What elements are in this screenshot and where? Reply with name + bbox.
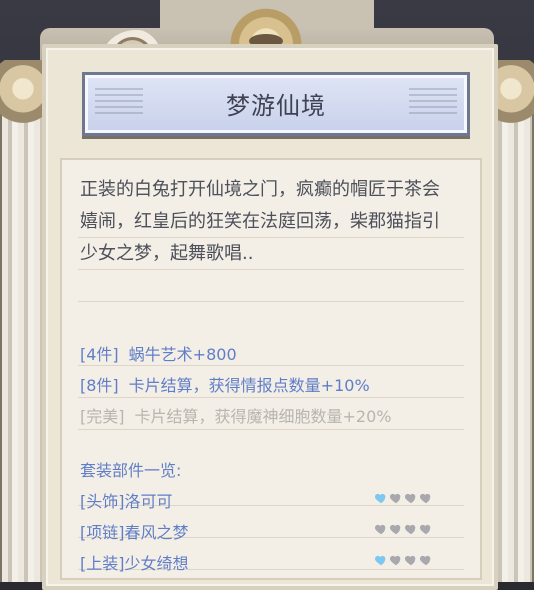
left-column (0, 70, 44, 582)
set-item-name: [上装]少女绮想 (80, 554, 189, 573)
divider-line (78, 269, 464, 270)
heart-icon (419, 491, 433, 505)
set-item-row: [头饰]洛可可 (80, 488, 462, 512)
set-bonus-8: [8件] 卡片结算，获得情报点数量+10% (80, 372, 370, 396)
heart-icon (374, 553, 388, 567)
heart-icon (404, 553, 418, 567)
divider-line (78, 237, 464, 238)
heart-icon (374, 491, 388, 505)
divider-line (78, 365, 464, 366)
bonus-tag: [4件] (80, 345, 119, 364)
heart-icon (389, 491, 403, 505)
divider-line (78, 301, 464, 302)
heart-icon (389, 553, 403, 567)
set-info-panel: 梦游仙境 正装的白兔打开仙境之门，疯癫的帽匠于茶会 嬉闹，红皇后的狂笑在法庭回荡… (42, 44, 498, 590)
set-description: 正装的白兔打开仙境之门，疯癫的帽匠于茶会 嬉闹，红皇后的狂笑在法庭回荡，柴郡猫指… (80, 179, 440, 264)
bonus-text: 蜗牛艺术+800 (128, 345, 237, 364)
set-parts-title: 套装部件一览: (80, 461, 182, 480)
set-bonus-perfect: [完美] 卡片结算，获得魔神细胞数量+20% (80, 403, 391, 427)
divider-line (78, 429, 464, 430)
title-plaque: 梦游仙境 (82, 72, 470, 136)
set-item-row: [上装]少女绮想 (80, 550, 462, 574)
set-bonus-4: [4件] 蜗牛艺术+800 (80, 341, 237, 365)
bonus-tag: [8件] (80, 376, 119, 395)
heart-rating (374, 491, 436, 507)
bonus-tag: [完美] (80, 407, 125, 426)
heart-rating (374, 553, 436, 569)
bonus-text: 卡片结算，获得魔神细胞数量+20% (134, 407, 392, 426)
set-item-name: [项链]春风之梦 (80, 523, 189, 542)
heart-icon (404, 522, 418, 536)
heart-rating (374, 522, 436, 538)
heart-icon (374, 522, 388, 536)
set-item-name: [头饰]洛可可 (80, 492, 173, 511)
heart-icon (389, 522, 403, 536)
set-item-row: [项链]春风之梦 (80, 519, 462, 543)
divider-line (78, 397, 464, 398)
game-screen: 梦游仙境 正装的白兔打开仙境之门，疯癫的帽匠于茶会 嬉闹，红皇后的狂笑在法庭回荡… (0, 0, 534, 590)
panel-title: 梦游仙境 (226, 92, 326, 120)
heart-icon (419, 522, 433, 536)
set-details-box: 正装的白兔打开仙境之门，疯癫的帽匠于茶会 嬉闹，红皇后的狂笑在法庭回荡，柴郡猫指… (60, 158, 482, 580)
heart-icon (404, 491, 418, 505)
bonus-text: 卡片结算，获得情报点数量+10% (128, 376, 370, 395)
heart-icon (419, 553, 433, 567)
